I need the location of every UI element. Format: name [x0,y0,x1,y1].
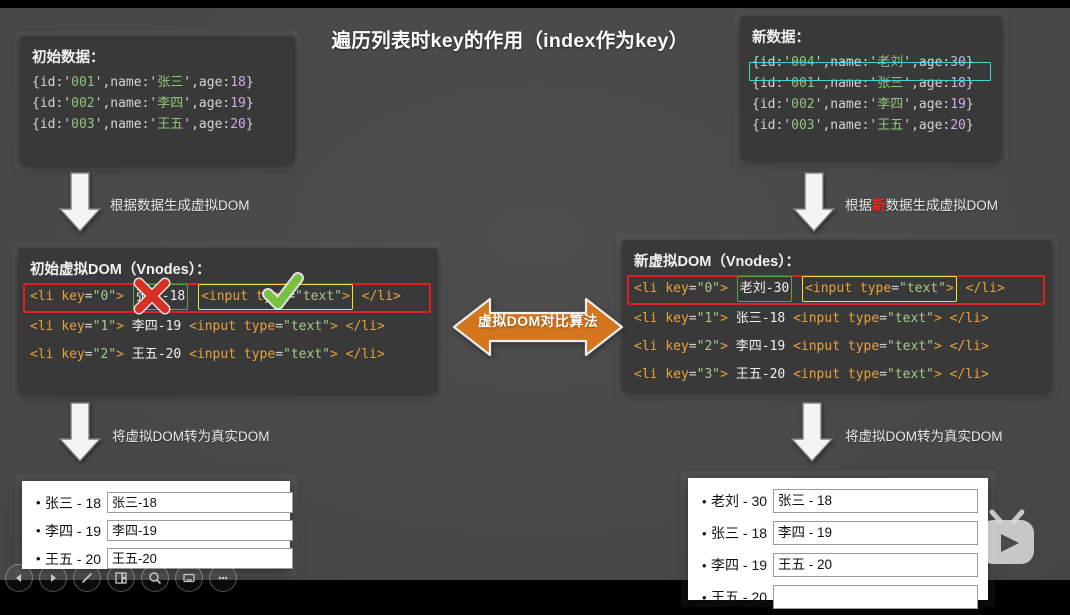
list-item: • 张三 - 18 [702,519,978,547]
new-data-row: {id:'001',name:'张三',age:18} [752,76,974,91]
new-vdom-row: <li key="3"> 王五-20 <input type="text"> <… [634,367,989,382]
slide-viewer: 遍历列表时key的作用（index作为key） 初始数据： {id:'001',… [0,0,1070,615]
vdom-label-box: 老刘-30 [736,276,793,302]
search-button[interactable] [141,564,169,592]
initial-data-row: {id:'002',name:'李四',age:19} [32,96,254,111]
list-item-input[interactable] [773,585,978,609]
list-item-input[interactable] [107,520,294,541]
arrow-down-icon [792,172,836,233]
initial-vdom-row-highlighted: <li key="0"> 张三-18 <input type="text"> <… [23,272,431,315]
list-item: • 老刘 - 30 [702,487,978,515]
list-item-label: 李四 - 19 [45,522,102,539]
slide-canvas: 遍历列表时key的作用（index作为key） 初始数据： {id:'001',… [0,8,1070,609]
list-item-input[interactable] [773,553,978,577]
arrow-label-generate-vdom-right: 根据新数据生成虚拟DOM [845,194,998,214]
vdom-label-box: 张三-18 [132,284,189,310]
initial-vdom-row: <li key="2"> 王五-20 <input type="text"> <… [30,347,385,362]
previous-button[interactable] [5,564,33,592]
player-toolbar [0,561,237,595]
list-item-input[interactable] [773,489,978,513]
bullet-icon: • [702,525,707,541]
initial-vdom-panel: 初始虚拟DOM（Vnodes）： <li key="0"> 张三-18 <inp… [18,248,438,393]
new-vdom-row: <li key="2"> 李四-19 <input type="text"> <… [634,339,989,354]
list-item: • 李四 - 19 [36,518,294,543]
new-data-heading: 新数据： [752,30,810,46]
new-vdom-panel: 新虚拟DOM（Vnodes）： <li key="0"> 老刘-30 <inpu… [622,240,1052,392]
arrow-down-icon [790,402,834,463]
screen-icon [183,573,195,583]
rendered-dom-right: • 老刘 - 30 • 张三 - 18 • 李四 - 19 • 王五 - 20 [688,478,988,609]
double-arrow-icon [452,297,624,357]
new-data-row: {id:'003',name:'王五',age:20} [752,118,974,133]
bullet-icon: • [702,493,707,509]
arrow-down-icon [58,172,102,233]
arrow-label-vdom-to-dom-left: 将虚拟DOM转为真实DOM [112,429,270,444]
screen-button[interactable] [175,564,203,592]
arrow-label-generate-vdom-left: 根据数据生成虚拟DOM [110,198,250,213]
initial-vdom-heading: 初始虚拟DOM（Vnodes）： [30,262,211,278]
rendered-dom-left: • 张三 - 18 • 李四 - 19 • 王五 - 20 [22,481,294,569]
layout-button[interactable] [107,564,135,592]
list-item-input[interactable] [773,521,978,545]
initial-vdom-row: <li key="1"> 李四-19 <input type="text"> <… [30,319,385,334]
list-item-label: 王五 - 20 [711,589,768,605]
list-item-label: 老刘 - 30 [711,493,768,509]
list-item-label: 张三 - 18 [45,494,102,511]
list-item-input[interactable] [107,492,294,513]
play-button[interactable] [39,564,67,592]
more-button[interactable] [209,564,237,592]
new-vdom-row: <li key="1"> 张三-18 <input type="text"> <… [634,311,989,326]
list-item: • 李四 - 19 [702,551,978,579]
list-item: • 张三 - 18 [36,490,294,515]
new-vdom-row-highlighted: <li key="0"> 老刘-30 <input type="text"> <… [627,275,1045,305]
arrow-label-vdom-to-dom-right: 将虚拟DOM转为真实DOM [845,429,1003,444]
initial-data-row: {id:'001',name:'张三',age:18} [32,75,254,90]
new-data-row: {id:'004',name:'老刘',age:30} [752,55,974,70]
bullet-icon: • [36,495,41,510]
pen-button[interactable] [73,564,101,592]
arrow-label-part: 根据 [845,198,872,213]
pen-icon [82,573,92,583]
page-title: 遍历列表时key的作用（index作为key） [331,30,689,52]
list-item-label: 李四 - 19 [711,557,768,573]
arrow-label-highlight: 新 [872,198,886,213]
list-item-label: 张三 - 18 [711,525,768,541]
vdom-input-box: <input type="text"> [198,284,353,310]
play-icon [51,574,56,582]
bullet-icon: • [702,557,707,573]
more-icon [218,576,228,580]
vdom-input-box: <input type="text"> [802,276,957,302]
initial-data-row: {id:'003',name:'王五',age:20} [32,117,254,132]
initial-data-heading: 初始数据： [32,50,105,66]
new-data-row: {id:'002',name:'李四',age:19} [752,97,974,112]
arrow-down-icon [58,402,102,463]
bullet-icon: • [36,523,41,538]
new-vdom-heading: 新虚拟DOM（Vnodes）： [634,254,800,270]
initial-data-panel: 初始数据： {id:'001',name:'张三',age:18} {id:'0… [20,36,295,164]
layout-icon [115,572,127,584]
new-data-panel: 新数据： {id:'004',name:'老刘',age:30} {id:'00… [740,16,1002,160]
list-item: • 王五 - 20 [702,583,978,611]
previous-icon [16,574,21,582]
search-icon [149,572,161,584]
bullet-icon: • [702,589,707,605]
arrow-label-part: 数据生成虚拟DOM [885,198,999,213]
